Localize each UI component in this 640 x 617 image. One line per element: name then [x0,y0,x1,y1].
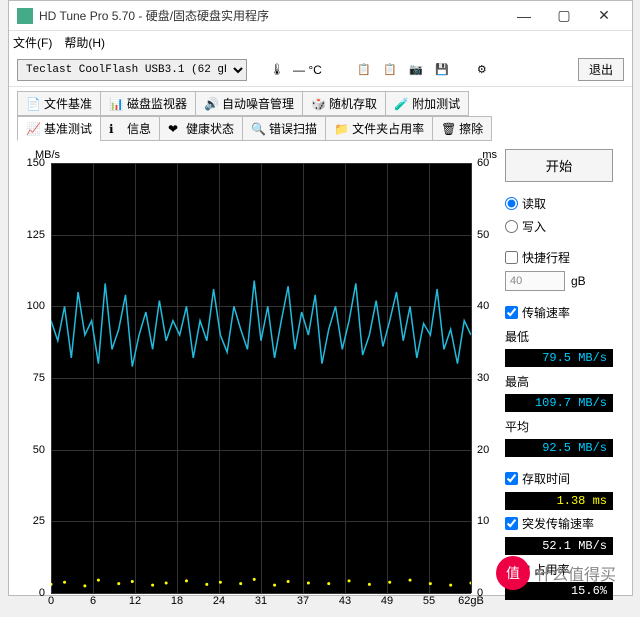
max-label: 最高 [505,371,613,390]
x-axis-ticks: 06121824313743495562gB [51,595,471,609]
tab-icon: 📊 [109,97,123,111]
tab-icon: ℹ [109,122,123,136]
tab-icon: 🔍 [251,122,265,136]
tab2-5[interactable]: 🗑擦除 [432,116,492,141]
watermark-icon: 值 [496,556,530,590]
screenshot-icon[interactable]: 📋 [380,60,400,80]
range-unit: gB [571,274,586,288]
tab-3[interactable]: 🎲随机存取 [302,91,386,116]
content-area: MB/s ms 0255075100125150 0102030405060 0… [9,141,632,617]
tab-2[interactable]: 🔊自动噪音管理 [195,91,303,116]
tab-icon: 🧪 [394,97,408,111]
chart-area: MB/s ms 0255075100125150 0102030405060 0… [17,149,497,609]
watermark-text: 什么值得买 [536,561,616,585]
tab-icon: 🎲 [311,97,325,111]
menu-file[interactable]: 文件(F) [13,34,52,51]
app-window: HD Tune Pro 5.70 - 硬盘/固态硬盘实用程序 — ▢ ✕ 文件(… [8,0,633,596]
min-value: 79.5 MB/s [505,349,613,367]
burst-rate-checkbox[interactable] [505,517,518,530]
close-button[interactable]: ✕ [584,2,624,30]
short-stroke-checkbox[interactable] [505,251,518,264]
tab2-1[interactable]: ℹ信息 [100,116,160,141]
minimize-button[interactable]: — [504,2,544,30]
access-time-checkbox[interactable] [505,472,518,485]
tab-container: 📄文件基准📊磁盘监视器🔊自动噪音管理🎲随机存取🧪附加测试 📈基准测试ℹ信息❤健康… [9,87,632,141]
tab2-2[interactable]: ❤健康状态 [159,116,243,141]
read-label: 读取 [522,195,546,212]
tab-4[interactable]: 🧪附加测试 [385,91,469,116]
device-select[interactable]: Teclast CoolFlash USB3.1 (62 gB) [17,59,247,81]
temperature-value: — °C [293,63,322,77]
options-icon[interactable]: ⚙ [472,60,492,80]
avg-value: 92.5 MB/s [505,439,613,457]
maximize-button[interactable]: ▢ [544,2,584,30]
write-radio[interactable] [505,220,518,233]
tab-icon: 📁 [334,122,348,136]
short-stroke-label: 快捷行程 [522,249,570,266]
app-icon [17,8,33,24]
burst-rate-value: 52.1 MB/s [505,537,613,555]
sidebar: 开始 读取 写入 快捷行程 gB 传输速率 最低 79.5 MB/s 最高 10… [505,149,613,609]
read-radio[interactable] [505,197,518,210]
chart-canvas [51,163,471,593]
max-value: 109.7 MB/s [505,394,613,412]
start-button[interactable]: 开始 [505,149,613,182]
burst-rate-label: 突发传输速率 [522,515,594,532]
menu-help[interactable]: 帮助(H) [64,34,105,51]
tab2-3[interactable]: 🔍错误扫描 [242,116,326,141]
window-title: HD Tune Pro 5.70 - 硬盘/固态硬盘实用程序 [39,7,504,24]
exit-button[interactable]: 退出 [578,58,624,81]
tab2-0[interactable]: 📈基准测试 [17,116,101,141]
tab-icon: 🗑 [441,122,455,136]
save-icon[interactable]: 💾 [432,60,452,80]
watermark: 值 什么值得买 [496,556,616,590]
range-input [505,271,565,291]
access-time-value: 1.38 ms [505,492,613,510]
transfer-rate-checkbox[interactable] [505,306,518,319]
copy-icon[interactable]: 📋 [354,60,374,80]
min-label: 最低 [505,326,613,345]
tab2-4[interactable]: 📁文件夹占用率 [325,116,433,141]
y-axis-ticks: 0255075100125150 [17,163,47,593]
titlebar: HD Tune Pro 5.70 - 硬盘/固态硬盘实用程序 — ▢ ✕ [9,1,632,31]
tab-0[interactable]: 📄文件基准 [17,91,101,116]
tab-icon: 🔊 [204,97,218,111]
camera-icon[interactable]: 📷 [406,60,426,80]
toolbar: Teclast CoolFlash USB3.1 (62 gB) 🌡 — °C … [9,53,632,87]
tab-icon: 📄 [26,97,40,111]
avg-label: 平均 [505,416,613,435]
transfer-rate-label: 传输速率 [522,304,570,321]
tab-icon: 📈 [26,122,40,136]
tab-1[interactable]: 📊磁盘监视器 [100,91,196,116]
access-time-label: 存取时间 [522,470,570,487]
tab-icon: ❤ [168,122,182,136]
thermometer-icon: 🌡 [267,60,287,80]
menubar: 文件(F) 帮助(H) [9,31,632,53]
write-label: 写入 [522,218,546,235]
right-axis-ticks: 0102030405060 [475,163,497,593]
